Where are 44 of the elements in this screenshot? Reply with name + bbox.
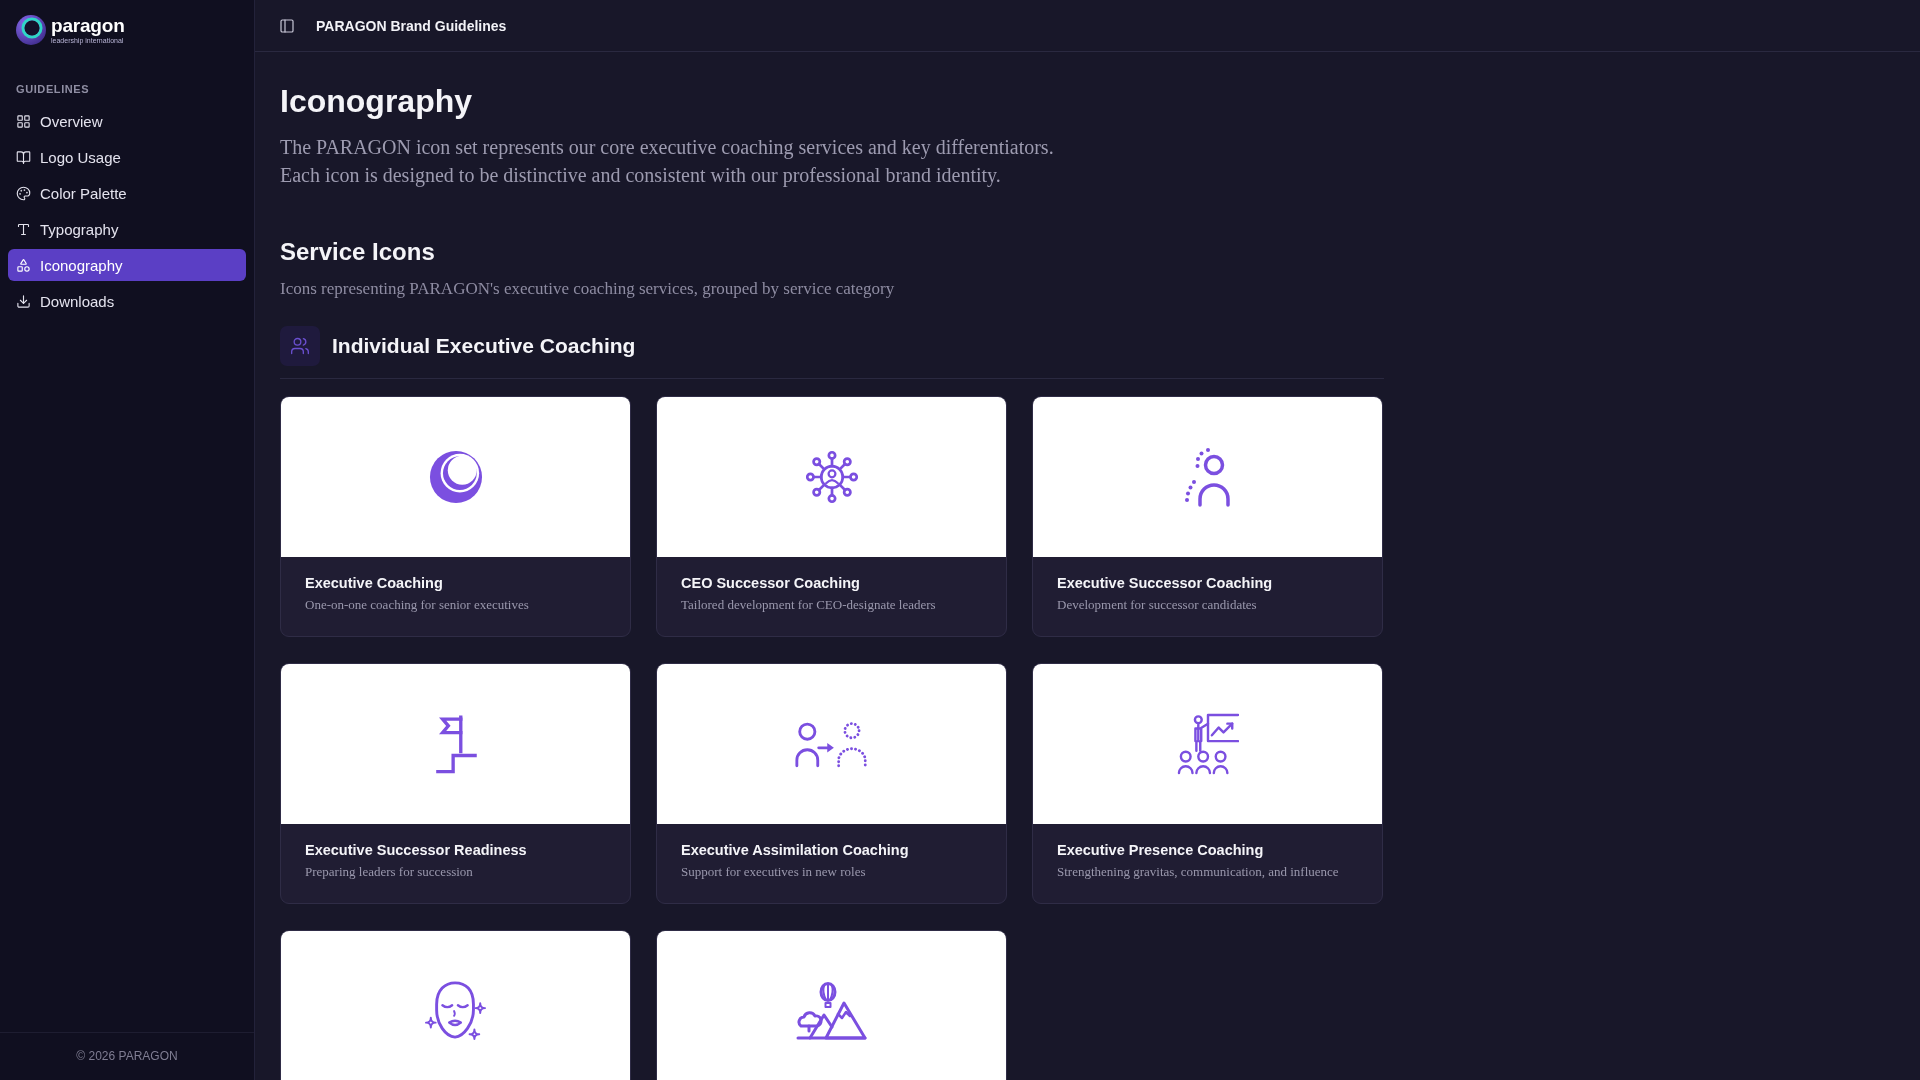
header-title: PARAGON Brand Guidelines — [316, 17, 507, 34]
logo-mark-icon — [16, 15, 46, 45]
card-description: Tailored development for CEO-designate leaders — [681, 596, 937, 614]
presenter-chart-icon — [1176, 712, 1239, 776]
network-person-icon — [804, 450, 859, 504]
panel-icon — [279, 17, 295, 34]
sidebar-item[interactable]: Iconography — [8, 249, 246, 281]
grid-icon — [16, 113, 31, 129]
palette-icon — [16, 185, 31, 201]
card-title: CEO Successor Coaching — [681, 574, 861, 592]
card-description: One-on-one coaching for senior executives — [305, 596, 530, 614]
page-title: Iconography — [280, 82, 473, 120]
card-title: Executive Coaching — [305, 574, 444, 592]
section-subtitle: Icons representing PARAGON's executive coaching services, grouped by service category — [280, 279, 896, 299]
book-icon — [16, 149, 31, 165]
section-title: Service Icons — [280, 237, 436, 267]
nav-section-label: GUIDELINES — [16, 82, 91, 97]
sidebar-item[interactable]: Logo Usage — [8, 141, 246, 173]
copyright-text: © 2026 PARAGON — [0, 1032, 254, 1080]
people-icon — [280, 326, 320, 366]
person-arrow-icon — [793, 720, 870, 768]
logo-wordmark: paragon — [51, 15, 125, 35]
card-title: Executive Assimilation Coaching — [681, 841, 910, 859]
card-title: Executive Presence Coaching — [1057, 841, 1265, 859]
shapes-icon — [16, 257, 31, 273]
intro-paragraph: The PARAGON icon set represents our core executive coaching services and key differentiators. Each icon is designed to be distinctive and consistent with our professional brand identity. — [280, 135, 1055, 189]
sidebar-item[interactable]: Downloads — [8, 285, 246, 317]
sidebar-item[interactable]: Color Palette — [8, 177, 246, 209]
card-description: Development for successor candidates — [1057, 596, 1258, 614]
text-icon — [16, 221, 31, 237]
card-title: Executive Successor Coaching — [1057, 574, 1274, 592]
flag-stairs-icon — [434, 713, 477, 775]
card-description: Support for executives in new roles — [681, 863, 867, 881]
card-title: Executive Successor Readiness — [305, 841, 528, 859]
card-description: Preparing leaders for succession — [305, 863, 474, 881]
mountain-balloon-icon — [795, 981, 868, 1041]
download-icon — [16, 293, 31, 309]
face-sparkles-icon — [424, 979, 487, 1043]
group-title: Individual Executive Coaching — [332, 333, 636, 359]
card-description: Strengthening gravitas, communication, and influence — [1057, 863, 1340, 881]
crescent-icon — [428, 450, 483, 504]
sidebar-item[interactable]: Typography — [8, 213, 246, 245]
sidebar-toggle-button[interactable] — [279, 17, 295, 34]
sidebar-item[interactable]: Overview — [8, 105, 246, 137]
